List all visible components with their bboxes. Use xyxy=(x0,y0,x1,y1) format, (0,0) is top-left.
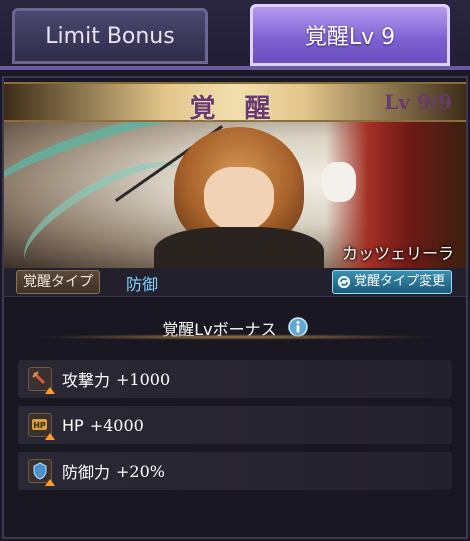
arrow-up-icon xyxy=(45,479,55,486)
bonus-header: 覚醒Lvボーナス xyxy=(4,310,466,344)
art-character-coat xyxy=(154,227,324,268)
awakening-panel: 覚 醒 Lv 9/9 カッツェリーラ 覚醒タイプ 防御 覚醒タイプ変更 覚醒Lv… xyxy=(2,76,468,539)
hp-icon: HP xyxy=(28,413,55,440)
arrow-up-icon xyxy=(45,433,55,440)
refresh-icon xyxy=(337,275,351,289)
bonus-item-value: +1000 xyxy=(116,369,171,389)
tab-awakening-level[interactable]: 覚醒Lv 9 xyxy=(250,4,450,66)
tab-limit-bonus-label: Limit Bonus xyxy=(45,23,175,49)
bonus-item-value: +4000 xyxy=(89,415,144,435)
awakening-type-value: 防御 xyxy=(126,275,159,294)
bonus-item-name: 攻撃力 xyxy=(62,371,111,390)
tab-awakening-level-label: 覚醒Lv 9 xyxy=(304,25,396,50)
bonus-item-defense: 防御力 +20% xyxy=(18,452,452,490)
character-art: カッツェリーラ xyxy=(4,122,466,268)
change-awakening-type-label: 覚醒タイプ変更 xyxy=(353,274,445,289)
tab-limit-bonus[interactable]: Limit Bonus xyxy=(12,8,208,64)
awakening-type-row: 覚醒タイプ 防御 覚醒タイプ変更 xyxy=(4,268,466,297)
bonus-item-name: HP xyxy=(62,415,84,435)
bonus-header-glow xyxy=(34,334,436,340)
change-awakening-type-button[interactable]: 覚醒タイプ変更 xyxy=(331,270,452,294)
tab-bar: Limit Bonus 覚醒Lv 9 xyxy=(0,0,470,70)
tab-underline xyxy=(0,66,470,70)
bonus-item-hp: HP HP +4000 xyxy=(18,406,452,444)
defense-icon xyxy=(28,459,55,486)
character-name: カッツェリーラ xyxy=(341,244,454,263)
bonus-item-value: +20% xyxy=(116,461,165,481)
awakening-level-indicator: Lv 9/9 xyxy=(384,90,452,114)
art-character-glove xyxy=(322,162,356,202)
art-character-face xyxy=(204,167,274,232)
panel-title-bar: 覚 醒 Lv 9/9 xyxy=(4,82,466,124)
bonus-item-name: 防御力 xyxy=(62,463,111,482)
awakening-type-label: 覚醒タイプ xyxy=(16,270,100,294)
svg-text:HP: HP xyxy=(33,421,46,430)
arrow-up-icon xyxy=(45,387,55,394)
bonus-item-attack: 攻撃力 +1000 xyxy=(18,360,452,398)
attack-icon xyxy=(28,367,55,394)
